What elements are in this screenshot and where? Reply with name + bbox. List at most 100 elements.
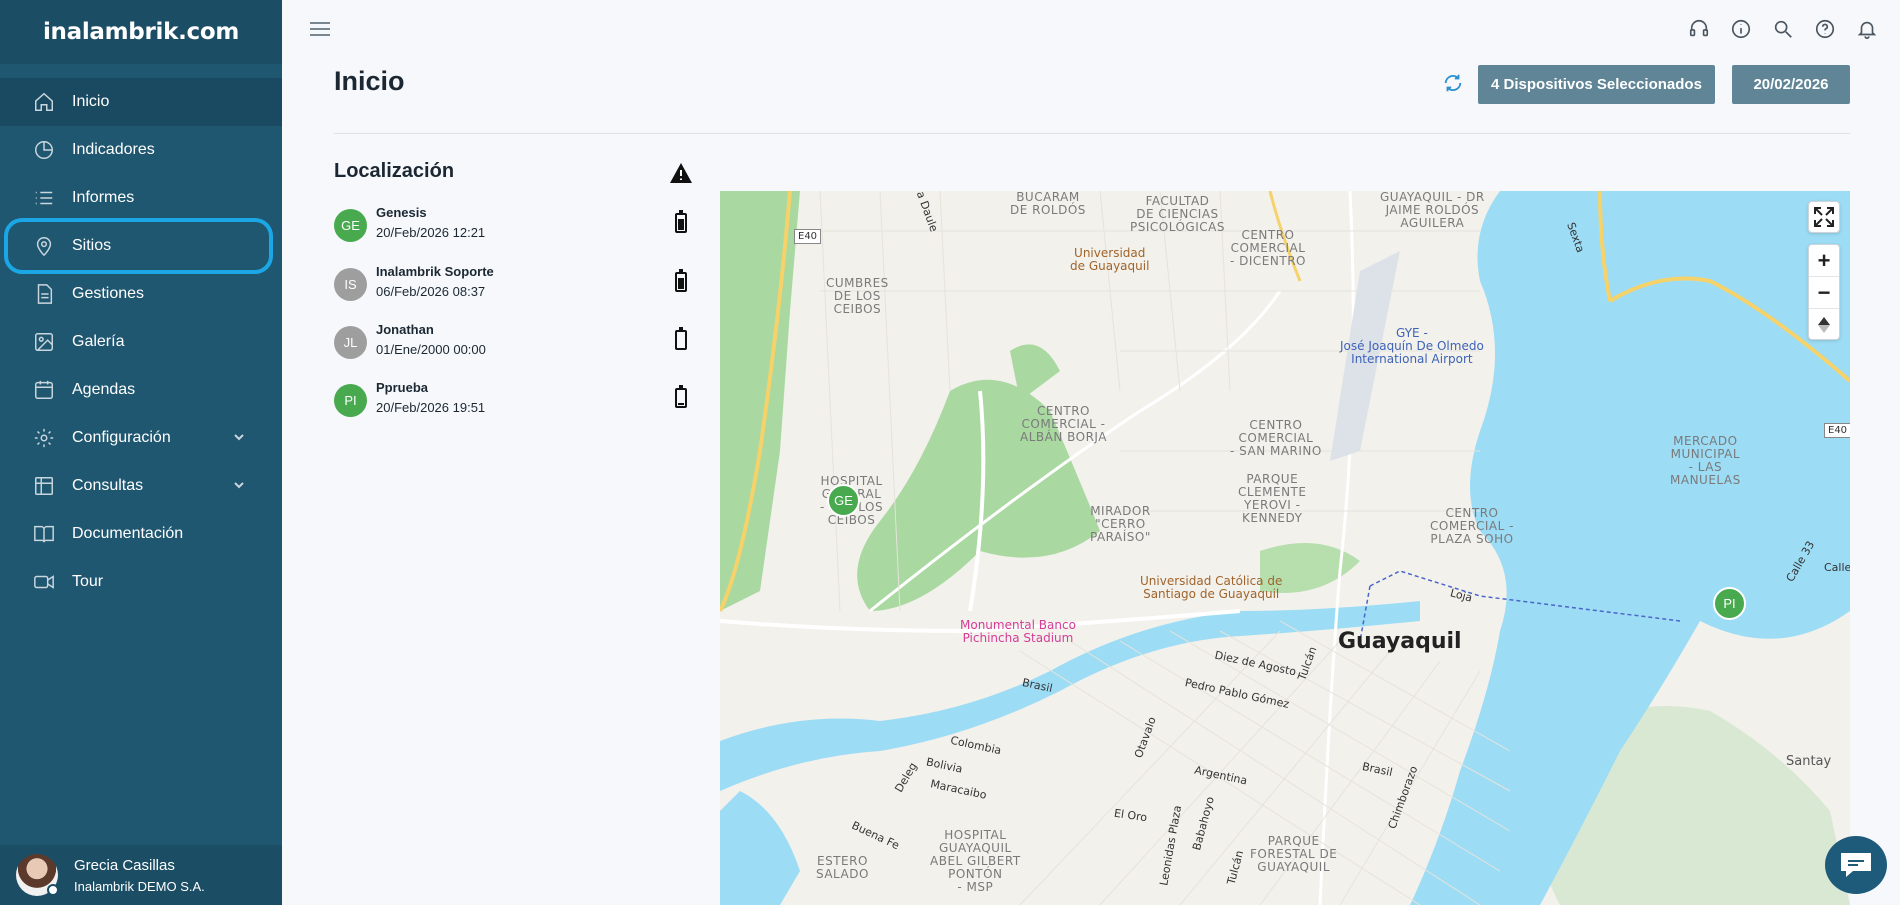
sidebar-item-gestiones[interactable]: Gestiones xyxy=(0,270,282,318)
map[interactable]: + − BUCARAM DE ROLDÓS FACULTAD DE CIENCIAS… xyxy=(720,191,1850,905)
sidebar-item-label: Inicio xyxy=(72,93,110,110)
sidebar-item-consultas[interactable]: Consultas xyxy=(0,462,282,510)
map-label: CUMBRES DE LOS CEIBOS xyxy=(826,276,889,316)
user-org: Inalambrik DEMO S.A. xyxy=(74,878,205,894)
fullscreen-button[interactable] xyxy=(1808,201,1840,233)
sidebar-item-label: Tour xyxy=(72,573,104,590)
map-label: MIRADOR "CERRO PARAÍSO" xyxy=(1090,504,1151,544)
sidebar-item-indicadores[interactable]: Indicadores xyxy=(0,126,282,174)
page-title: Inicio xyxy=(334,66,405,96)
chat-button[interactable] xyxy=(1825,836,1887,894)
device-datetime: 01/Ene/2000 00:00 xyxy=(376,342,486,357)
gear-icon xyxy=(32,426,56,450)
sidebar-item-label: Agendas xyxy=(72,381,136,398)
sidebar-item-label: Gestiones xyxy=(72,285,145,302)
device-item-jonathan[interactable]: JL Jonathan 01/Ene/2000 00:00 xyxy=(334,322,694,372)
book-icon xyxy=(32,522,56,546)
help-icon[interactable] xyxy=(1814,18,1836,40)
map-label: CENTRO COMERCIAL - SAN MARINO xyxy=(1230,418,1322,458)
sidebar-item-label: Configuración xyxy=(72,429,171,446)
device-datetime: 06/Feb/2026 08:37 xyxy=(376,284,486,299)
bell-icon[interactable] xyxy=(1856,18,1878,40)
sidebar-item-label: Informes xyxy=(72,189,135,206)
map-pin-icon xyxy=(32,234,56,258)
chat-icon xyxy=(1841,853,1871,877)
map-label: HOSPITAL GUAYAQUIL ABEL GILBERT PONTÓN - MSP xyxy=(930,828,1021,894)
zoom-out-button[interactable]: − xyxy=(1809,277,1839,309)
search-icon[interactable] xyxy=(1772,18,1794,40)
device-datetime: 20/Feb/2026 19:51 xyxy=(376,400,486,415)
device-avatar: GE xyxy=(334,209,367,242)
map-marker-ge[interactable]: GE xyxy=(827,484,860,517)
battery-low-icon xyxy=(675,385,687,408)
map-label: ESTERO SALADO xyxy=(816,854,869,881)
top-toolbar xyxy=(1688,18,1878,40)
device-name: Jonathan xyxy=(376,322,434,337)
compass-icon xyxy=(1818,317,1830,333)
sidebar-item-sitios[interactable]: Sitios xyxy=(0,222,282,270)
battery-high-icon xyxy=(675,210,687,233)
map-label: E40 xyxy=(794,229,822,244)
device-item-pprueba[interactable]: PI Pprueba 20/Feb/2026 19:51 xyxy=(334,380,694,430)
sidebar-item-label: Consultas xyxy=(72,477,144,494)
sidebar-item-galeria[interactable]: Galería xyxy=(0,318,282,366)
sidebar-item-tour[interactable]: Tour xyxy=(0,558,282,606)
device-name: Genesis xyxy=(376,205,427,220)
sidebar-item-agendas[interactable]: Agendas xyxy=(0,366,282,414)
sidebar-item-inicio[interactable]: Inicio xyxy=(0,78,282,126)
image-icon xyxy=(32,330,56,354)
zoom-in-button[interactable]: + xyxy=(1809,245,1839,277)
user-profile[interactable]: Grecia Casillas Inalambrik DEMO S.A. xyxy=(0,845,282,905)
status-dot xyxy=(47,884,59,896)
chevron-down-icon xyxy=(232,478,246,492)
map-label: CENTRO COMERCIAL - PLAZA SOHO xyxy=(1430,506,1514,546)
pie-chart-icon xyxy=(32,138,56,162)
map-label: FACULTAD DE CIENCIAS PSICOLÓGICAS xyxy=(1130,194,1225,234)
brand-logo[interactable]: inalambrik.com xyxy=(0,0,282,64)
device-avatar: JL xyxy=(334,326,367,359)
list-icon xyxy=(32,186,56,210)
map-tiles xyxy=(720,191,1850,905)
warning-icon[interactable] xyxy=(669,162,693,184)
map-label: PARQUE CLEMENTE YEROVI - KENNEDY xyxy=(1238,472,1307,525)
map-label: CENTRO COMERCIAL - ALBÁN BORJA xyxy=(1020,404,1107,444)
device-name: Inalambrik Soporte xyxy=(376,264,494,279)
map-label: Universidad Católica de Santiago de Guaya… xyxy=(1140,574,1283,601)
device-item-genesis[interactable]: GE Genesis 20/Feb/2026 12:21 xyxy=(334,205,694,255)
date-button[interactable]: 20/02/2026 xyxy=(1732,65,1850,104)
sidebar-item-informes[interactable]: Informes xyxy=(0,174,282,222)
device-item-inalambrik-soporte[interactable]: IS Inalambrik Soporte 06/Feb/2026 08:37 xyxy=(334,264,694,314)
home-icon xyxy=(32,90,56,114)
map-label: Santay xyxy=(1786,754,1832,769)
sidebar-item-label: Documentación xyxy=(72,525,184,542)
support-icon[interactable] xyxy=(1688,18,1710,40)
sidebar-item-configuracion[interactable]: Configuración xyxy=(0,414,282,462)
device-avatar: IS xyxy=(334,268,367,301)
map-label: GUAYAQUIL - DR JAIME ROLDÓS AGUILERA xyxy=(1380,191,1485,230)
battery-high-icon xyxy=(675,269,687,292)
sidebar-item-label: Sitios xyxy=(72,237,112,254)
zoom-controls: + − xyxy=(1808,244,1840,340)
map-label: BUCARAM DE ROLDÓS xyxy=(1010,191,1086,217)
location-title: Localización xyxy=(334,160,455,182)
chevron-down-icon xyxy=(232,430,246,444)
info-icon[interactable] xyxy=(1730,18,1752,40)
battery-empty-icon xyxy=(675,327,687,350)
device-avatar: PI xyxy=(334,384,367,417)
sidebar-nav: Inicio Indicadores Informes Sitios Gesti… xyxy=(0,78,282,606)
map-label: MERCADO MUNICIPAL - LAS MANUELAS xyxy=(1670,434,1741,487)
refresh-icon[interactable] xyxy=(1442,72,1464,94)
sidebar: inalambrik.com Inicio Indicadores Inform… xyxy=(0,0,282,905)
sidebar-item-label: Indicadores xyxy=(72,141,155,158)
map-marker-pi[interactable]: PI xyxy=(1713,587,1746,620)
map-label: CENTRO COMERCIAL - DICENTRO xyxy=(1230,228,1306,268)
document-icon xyxy=(32,282,56,306)
fullscreen-icon xyxy=(1814,207,1834,227)
selected-devices-button[interactable]: 4 Dispositivos Seleccionados xyxy=(1478,65,1715,104)
compass-button[interactable] xyxy=(1809,309,1839,341)
divider xyxy=(334,133,1850,134)
video-icon xyxy=(32,570,56,594)
menu-toggle-icon[interactable] xyxy=(310,22,330,36)
sidebar-item-documentacion[interactable]: Documentación xyxy=(0,510,282,558)
user-name: Grecia Casillas xyxy=(74,856,175,874)
